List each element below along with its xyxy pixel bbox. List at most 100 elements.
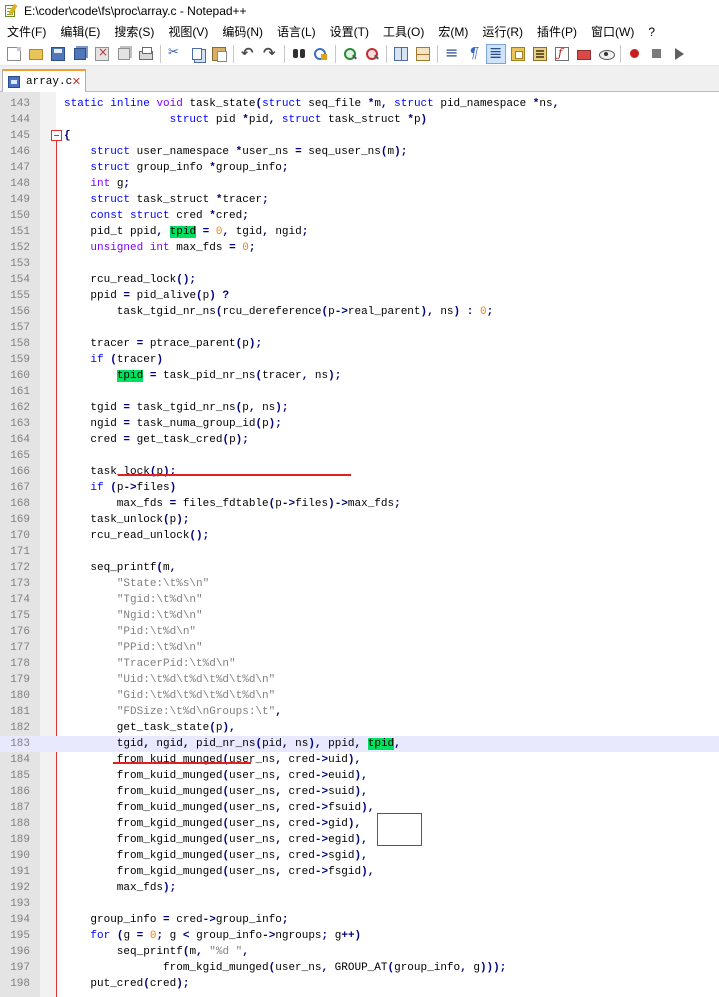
code-line[interactable]: 164 cred = get_task_cred(p); bbox=[0, 432, 719, 448]
menu-macro[interactable]: 宏(M) bbox=[431, 22, 475, 42]
paste-button[interactable] bbox=[209, 44, 229, 64]
zoom-out-button[interactable] bbox=[362, 44, 382, 64]
code-line[interactable]: 159 if (tracer) bbox=[0, 352, 719, 368]
copy-button[interactable] bbox=[187, 44, 207, 64]
code-line[interactable]: 163 ngid = task_numa_group_id(p); bbox=[0, 416, 719, 432]
sync-horizontal-button[interactable] bbox=[413, 44, 433, 64]
menu-search[interactable]: 搜索(S) bbox=[107, 22, 161, 42]
code-line[interactable]: 197 from_kgid_munged(user_ns, GROUP_AT(g… bbox=[0, 960, 719, 976]
menu-settings[interactable]: 设置(T) bbox=[323, 22, 376, 42]
print-button[interactable] bbox=[136, 44, 156, 64]
stop-recording-button[interactable] bbox=[647, 44, 667, 64]
code-line[interactable]: 169 task_unlock(p); bbox=[0, 512, 719, 528]
indent-guide-button[interactable] bbox=[486, 43, 506, 64]
code-line[interactable]: 183 tgid, ngid, pid_nr_ns(pid, ns), ppid… bbox=[0, 736, 719, 752]
code-line[interactable]: 172 seq_printf(m, bbox=[0, 560, 719, 576]
close-all-button[interactable] bbox=[114, 44, 134, 64]
sync-vertical-button[interactable] bbox=[391, 44, 411, 64]
menu-language[interactable]: 语言(L) bbox=[270, 22, 323, 42]
code-line[interactable]: 148 int g; bbox=[0, 176, 719, 192]
code-line[interactable]: 166 task_lock(p); bbox=[0, 464, 719, 480]
menu-run[interactable]: 运行(R) bbox=[475, 22, 530, 42]
menu-encoding[interactable]: 编码(N) bbox=[215, 22, 270, 42]
code-line[interactable]: 188 from_kgid_munged(user_ns, cred->gid)… bbox=[0, 816, 719, 832]
code-line[interactable]: 174 "Tgid:\t%d\n" bbox=[0, 592, 719, 608]
code-line[interactable]: 147 struct group_info *group_info; bbox=[0, 160, 719, 176]
code-line[interactable]: 160 tpid = task_pid_nr_ns(tracer, ns); bbox=[0, 368, 719, 384]
playback-button[interactable] bbox=[669, 44, 689, 64]
new-file-button[interactable] bbox=[4, 44, 24, 64]
tab-close-icon[interactable]: ✕ bbox=[72, 75, 81, 88]
undo-button[interactable] bbox=[238, 44, 258, 64]
code-line[interactable]: 170 rcu_read_unlock(); bbox=[0, 528, 719, 544]
open-file-button[interactable] bbox=[26, 44, 46, 64]
code-line[interactable]: 175 "Ngid:\t%d\n" bbox=[0, 608, 719, 624]
code-line[interactable]: 146 struct user_namespace *user_ns = seq… bbox=[0, 144, 719, 160]
show-all-chars-button[interactable] bbox=[464, 44, 484, 64]
code-line[interactable]: 192 max_fds); bbox=[0, 880, 719, 896]
menu-file[interactable]: 文件(F) bbox=[0, 22, 53, 42]
user-defined-language-button[interactable] bbox=[508, 44, 528, 64]
close-button[interactable] bbox=[92, 44, 112, 64]
menu-window[interactable]: 窗口(W) bbox=[584, 22, 641, 42]
code-line[interactable]: 180 "Gid:\t%d\t%d\t%d\t%d\n" bbox=[0, 688, 719, 704]
code-line[interactable]: 191 from_kgid_munged(user_ns, cred->fsgi… bbox=[0, 864, 719, 880]
cut-button[interactable] bbox=[165, 44, 185, 64]
folder-as-workspace-button[interactable] bbox=[574, 44, 594, 64]
record-macro-button[interactable] bbox=[625, 44, 645, 64]
code-line[interactable]: 167 if (p->files) bbox=[0, 480, 719, 496]
redo-button[interactable] bbox=[260, 44, 280, 64]
code-line[interactable]: 157 bbox=[0, 320, 719, 336]
code-line[interactable]: 181 "FDSize:\t%d\nGroups:\t", bbox=[0, 704, 719, 720]
code-line[interactable]: 155 ppid = pid_alive(p) ? bbox=[0, 288, 719, 304]
code-editor[interactable]: 143 static inline void task_state(struct … bbox=[0, 92, 719, 997]
code-line[interactable]: 176 "Pid:\t%d\n" bbox=[0, 624, 719, 640]
code-line[interactable]: 185 from_kuid_munged(user_ns, cred->euid… bbox=[0, 768, 719, 784]
code-line[interactable]: 154 rcu_read_lock(); bbox=[0, 272, 719, 288]
save-all-button[interactable] bbox=[70, 44, 90, 64]
code-line[interactable]: 162 tgid = task_tgid_nr_ns(p, ns); bbox=[0, 400, 719, 416]
code-line[interactable]: 182 get_task_state(p), bbox=[0, 720, 719, 736]
code-line[interactable]: 173 "State:\t%s\n" bbox=[0, 576, 719, 592]
code-line[interactable]: 149 struct task_struct *tracer; bbox=[0, 192, 719, 208]
menu-tools[interactable]: 工具(O) bbox=[376, 22, 431, 42]
function-list-button[interactable] bbox=[552, 44, 572, 64]
code-line[interactable]: 198 put_cred(cred); bbox=[0, 976, 719, 992]
menu-help[interactable]: ? bbox=[641, 22, 662, 42]
code-line[interactable]: 143 static inline void task_state(struct … bbox=[0, 96, 719, 112]
code-line[interactable]: 156 task_tgid_nr_ns(rcu_dereference(p->r… bbox=[0, 304, 719, 320]
code-line[interactable]: 152 unsigned int max_fds = 0; bbox=[0, 240, 719, 256]
code-line[interactable]: 150 const struct cred *cred; bbox=[0, 208, 719, 224]
find-button[interactable] bbox=[289, 44, 309, 64]
code-line[interactable]: 168 max_fds = files_fdtable(p->files)->m… bbox=[0, 496, 719, 512]
code-line[interactable]: 193 bbox=[0, 896, 719, 912]
menu-edit[interactable]: 编辑(E) bbox=[53, 22, 107, 42]
save-button[interactable] bbox=[48, 44, 68, 64]
word-wrap-button[interactable] bbox=[442, 43, 462, 64]
code-line[interactable]: 187 from_kuid_munged(user_ns, cred->fsui… bbox=[0, 800, 719, 816]
monitoring-button[interactable] bbox=[596, 44, 616, 64]
code-line[interactable]: 189 from_kgid_munged(user_ns, cred->egid… bbox=[0, 832, 719, 848]
code-line[interactable]: 161 bbox=[0, 384, 719, 400]
code-line[interactable]: 178 "TracerPid:\t%d\n" bbox=[0, 656, 719, 672]
code-line[interactable]: 196 seq_printf(m, "%d ", bbox=[0, 944, 719, 960]
code-line[interactable]: 144 struct pid *pid, struct task_struct … bbox=[0, 112, 719, 128]
menu-view[interactable]: 视图(V) bbox=[161, 22, 215, 42]
code-line[interactable]: 145 { bbox=[0, 128, 719, 144]
code-line[interactable]: 179 "Uid:\t%d\t%d\t%d\t%d\n" bbox=[0, 672, 719, 688]
menu-plugins[interactable]: 插件(P) bbox=[530, 22, 584, 42]
code-line[interactable]: 151 pid_t ppid, tpid = 0, tgid, ngid; bbox=[0, 224, 719, 240]
document-map-button[interactable] bbox=[530, 44, 550, 64]
tab-array-c[interactable]: array.c ✕ bbox=[2, 69, 86, 92]
code-line[interactable]: 186 from_kuid_munged(user_ns, cred->suid… bbox=[0, 784, 719, 800]
code-line[interactable]: 184 from_kuid_munged(user_ns, cred->uid)… bbox=[0, 752, 719, 768]
code-line[interactable]: 165 bbox=[0, 448, 719, 464]
zoom-in-button[interactable] bbox=[340, 44, 360, 64]
code-line[interactable]: 153 bbox=[0, 256, 719, 272]
code-line[interactable]: 190 from_kgid_munged(user_ns, cred->sgid… bbox=[0, 848, 719, 864]
code-line[interactable]: 195 for (g = 0; g < group_info->ngroups;… bbox=[0, 928, 719, 944]
code-line[interactable]: 158 tracer = ptrace_parent(p); bbox=[0, 336, 719, 352]
replace-button[interactable] bbox=[311, 44, 331, 64]
code-line[interactable]: 171 bbox=[0, 544, 719, 560]
code-line[interactable]: 177 "PPid:\t%d\n" bbox=[0, 640, 719, 656]
